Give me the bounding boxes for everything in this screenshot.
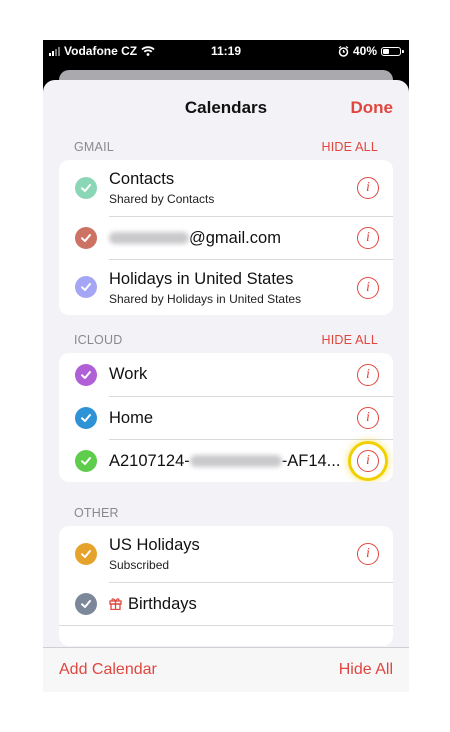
calendars-sheet: Calendars Done GMAIL HIDE ALL Contacts S… <box>43 80 409 692</box>
calendar-name: Contacts <box>109 170 175 188</box>
gift-icon <box>109 597 122 610</box>
checkmark-icon[interactable] <box>75 226 97 249</box>
calendar-row-contacts[interactable]: Contacts Shared by Contacts i <box>59 160 393 216</box>
calendar-row-gmail[interactable]: @gmail.com i <box>59 216 393 259</box>
calendar-subtitle: Subscribed <box>109 558 170 572</box>
checkmark-icon[interactable] <box>75 592 97 615</box>
section-header-other: OTHER <box>43 498 409 526</box>
hide-all-button[interactable]: Hide All <box>339 661 393 679</box>
calendar-name: Home <box>109 408 154 427</box>
redacted-text <box>109 232 189 245</box>
calendar-row-holidays-us[interactable]: Holidays in United States Shared by Holi… <box>59 259 393 315</box>
calendar-subtitle: Shared by Contacts <box>109 192 215 206</box>
info-icon[interactable]: i <box>357 177 379 199</box>
section-label-gmail: GMAIL <box>74 140 114 154</box>
calendar-row-birthdays[interactable]: Birthdays <box>59 582 393 625</box>
info-icon[interactable]: i <box>357 543 379 565</box>
info-icon[interactable]: i <box>348 441 388 481</box>
section-header-gmail: GMAIL HIDE ALL <box>43 132 409 160</box>
done-button[interactable]: Done <box>351 98 394 118</box>
battery-percent: 40% <box>352 44 377 58</box>
checkmark-icon[interactable] <box>75 406 97 429</box>
calendar-row-us-holidays[interactable]: US Holidays Subscribed i <box>59 526 393 582</box>
checkmark-icon[interactable] <box>75 363 97 386</box>
section-header-icloud: ICLOUD HIDE ALL <box>43 325 409 353</box>
calendar-name: Work <box>109 365 148 383</box>
calendar-name: Holidays in United States <box>109 269 294 288</box>
calendar-row-work[interactable]: Work i <box>59 353 393 396</box>
info-icon[interactable]: i <box>357 363 379 386</box>
checkmark-icon[interactable] <box>75 449 97 472</box>
calendar-row-a2107124[interactable]: A2107124- -AF14... i <box>59 439 393 482</box>
battery-icon <box>381 46 404 56</box>
checkmark-icon[interactable] <box>75 177 97 199</box>
calendar-name: @gmail.com <box>189 228 281 247</box>
redacted-text <box>189 455 282 468</box>
hide-all-icloud-button[interactable]: HIDE ALL <box>322 333 379 347</box>
gmail-calendar-list: Contacts Shared by Contacts i @gmail.com… <box>59 160 393 315</box>
alarm-icon <box>338 45 349 57</box>
section-label-icloud: ICLOUD <box>74 333 123 347</box>
add-calendar-button[interactable]: Add Calendar <box>59 661 157 679</box>
section-label-other: OTHER <box>74 506 119 520</box>
calendar-row-partial <box>59 625 393 646</box>
checkmark-icon[interactable] <box>75 543 97 565</box>
info-icon[interactable]: i <box>357 276 379 299</box>
status-bar: Vodafone CZ 11:19 40% <box>43 40 409 62</box>
checkmark-icon[interactable] <box>75 276 97 298</box>
info-icon[interactable]: i <box>357 227 379 249</box>
calendar-name: US Holidays <box>109 536 200 554</box>
navbar: Calendars Done <box>43 80 409 132</box>
calendar-name-prefix: A2107124- <box>109 451 190 470</box>
icloud-calendar-list: Work i Home i A2107124- -AF14... i <box>59 353 393 482</box>
bottom-toolbar: Add Calendar Hide All <box>43 647 409 692</box>
calendar-subtitle: Shared by Holidays in United States <box>109 291 302 306</box>
info-icon[interactable]: i <box>357 407 379 429</box>
hide-all-gmail-button[interactable]: HIDE ALL <box>322 140 379 154</box>
calendar-name: Birthdays <box>128 594 197 613</box>
calendar-row-home[interactable]: Home i <box>59 396 393 439</box>
phone-screen: Vodafone CZ 11:19 40% Calendars Done GMA… <box>43 40 409 692</box>
calendar-name-suffix: -AF14... <box>281 451 341 470</box>
other-calendar-list: US Holidays Subscribed i Birthdays <box>59 526 393 646</box>
